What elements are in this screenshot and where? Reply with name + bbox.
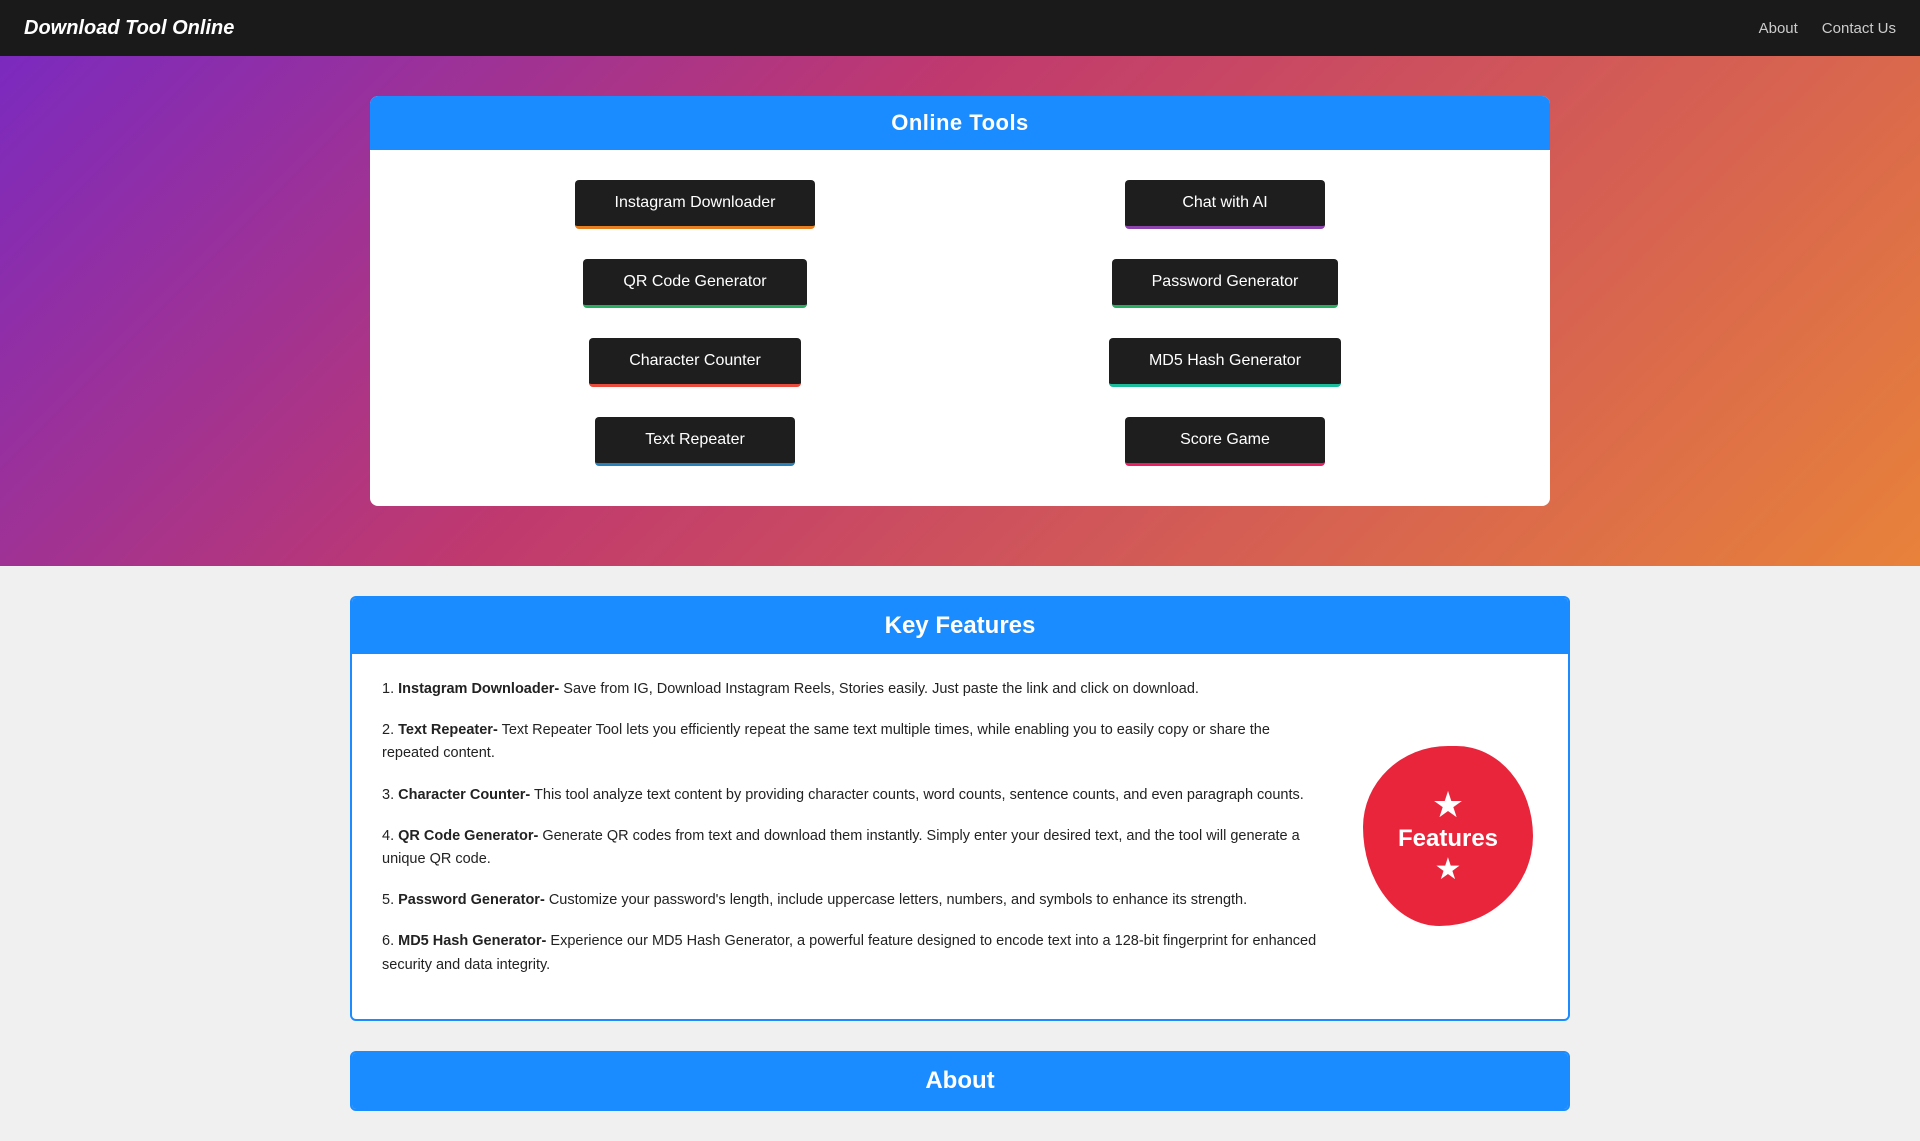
nav-links: About Contact Us [1759, 20, 1896, 37]
features-body: 1. Instagram Downloader- Save from IG, D… [352, 654, 1568, 1019]
feature-item-1: 1. Instagram Downloader- Save from IG, D… [382, 678, 1328, 701]
feature-title-6: MD5 Hash Generator- [398, 933, 546, 949]
badge-text: Features [1398, 825, 1498, 853]
section-wrapper: Key Features 1. Instagram Downloader- Sa… [290, 566, 1630, 1141]
feature-desc-5: Customize your password's length, includ… [549, 892, 1247, 908]
tool-wrap-password: Password Generator [980, 259, 1470, 308]
tool-wrap-qr: QR Code Generator [450, 259, 940, 308]
tool-btn-repeater[interactable]: Text Repeater [595, 417, 795, 466]
tool-wrap-counter: Character Counter [450, 338, 940, 387]
feature-item-2: 2. Text Repeater- Text Repeater Tool let… [382, 719, 1328, 765]
feature-desc-3: This tool analyze text content by provid… [534, 787, 1304, 803]
brand-logo: Download Tool Online [24, 17, 234, 40]
feature-title-1: Instagram Downloader- [398, 681, 559, 697]
tools-grid: Instagram Downloader Chat with AI QR Cod… [370, 150, 1550, 506]
tool-btn-md5[interactable]: MD5 Hash Generator [1109, 338, 1341, 387]
nav-about[interactable]: About [1759, 20, 1798, 37]
tool-btn-password[interactable]: Password Generator [1112, 259, 1339, 308]
about-card: About [350, 1051, 1570, 1111]
feature-num-5: 5. [382, 892, 394, 908]
badge-star-bottom: ★ [1435, 855, 1462, 885]
tools-card: Online Tools Instagram Downloader Chat w… [370, 96, 1550, 506]
feature-item-4: 4. QR Code Generator- Generate QR codes … [382, 825, 1328, 871]
features-card: Key Features 1. Instagram Downloader- Sa… [350, 596, 1570, 1021]
feature-desc-1: Save from IG, Download Instagram Reels, … [563, 681, 1199, 697]
tool-wrap-chat: Chat with AI [980, 180, 1470, 229]
tool-wrap-md5: MD5 Hash Generator [980, 338, 1470, 387]
feature-item-5: 5. Password Generator- Customize your pa… [382, 889, 1328, 912]
feature-item-6: 6. MD5 Hash Generator- Experience our MD… [382, 930, 1328, 976]
feature-title-3: Character Counter- [398, 787, 530, 803]
tool-btn-counter[interactable]: Character Counter [589, 338, 801, 387]
feature-num-3: 3. [382, 787, 394, 803]
feature-title-2: Text Repeater- [398, 722, 498, 738]
tool-btn-qr[interactable]: QR Code Generator [583, 259, 806, 308]
feature-num-4: 4. [382, 828, 394, 844]
tool-btn-score[interactable]: Score Game [1125, 417, 1325, 466]
feature-num-2: 2. [382, 722, 394, 738]
badge-star-top: ★ [1432, 787, 1464, 823]
tool-btn-chat[interactable]: Chat with AI [1125, 180, 1325, 229]
features-list: 1. Instagram Downloader- Save from IG, D… [382, 678, 1328, 995]
feature-item-3: 3. Character Counter- This tool analyze … [382, 784, 1328, 807]
badge-shape: ★ Features ★ [1363, 746, 1533, 926]
tool-wrap-repeater: Text Repeater [450, 417, 940, 466]
feature-desc-2: Text Repeater Tool lets you efficiently … [382, 722, 1270, 761]
tools-header: Online Tools [370, 96, 1550, 150]
hero-section: Online Tools Instagram Downloader Chat w… [0, 56, 1920, 566]
navbar: Download Tool Online About Contact Us [0, 0, 1920, 56]
tool-btn-instagram[interactable]: Instagram Downloader [575, 180, 816, 229]
tool-wrap-score: Score Game [980, 417, 1470, 466]
feature-title-5: Password Generator- [398, 892, 545, 908]
features-header: Key Features [352, 598, 1568, 654]
feature-num-1: 1. [382, 681, 394, 697]
nav-contact[interactable]: Contact Us [1822, 20, 1896, 37]
feature-num-6: 6. [382, 933, 394, 949]
features-badge: ★ Features ★ [1358, 678, 1538, 995]
feature-title-4: QR Code Generator- [398, 828, 538, 844]
about-header: About [352, 1053, 1568, 1109]
tool-wrap-instagram: Instagram Downloader [450, 180, 940, 229]
